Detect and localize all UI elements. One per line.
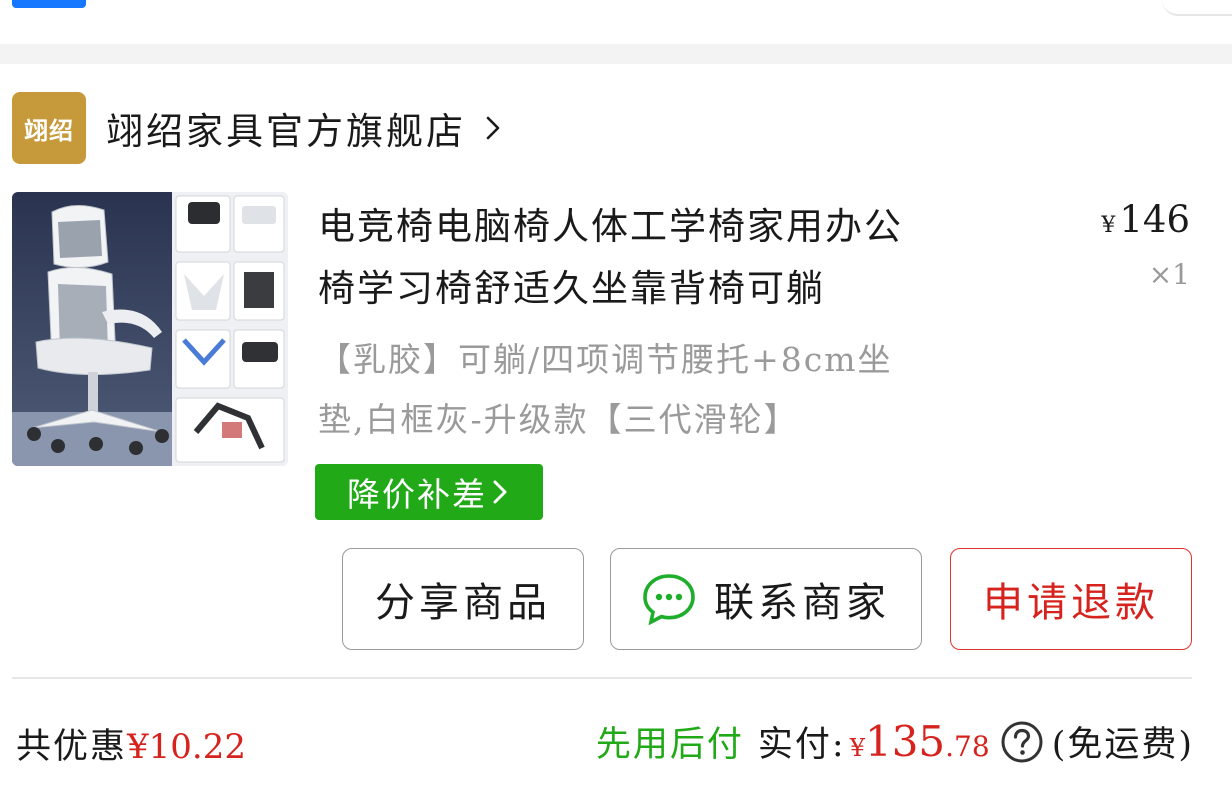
- price-value: 146: [1119, 198, 1190, 241]
- product-spec: 【乳胶】可躺/四项调节腰托+8cm坐 垫,白框灰-升级款【三代滑轮】: [318, 330, 1038, 450]
- discount-summary: 共优惠¥10.22: [16, 718, 246, 769]
- question-circle-icon[interactable]: [1000, 720, 1044, 764]
- unit-price: ¥146: [1101, 196, 1190, 250]
- chevron-right-icon: [493, 480, 507, 504]
- wechat-chat-icon: [643, 574, 695, 626]
- product-title[interactable]: 电竞椅电脑椅人体工学椅家用办公 椅学习椅舒适久坐靠背椅可躺: [318, 196, 1038, 320]
- product-image[interactable]: [12, 192, 288, 466]
- price-box: ¥146 ×1: [1101, 196, 1190, 291]
- quantity: ×1: [1148, 258, 1190, 291]
- product-photo: [12, 192, 288, 466]
- product-title-line1: 电竞椅电脑椅人体工学椅家用办公: [318, 205, 903, 248]
- refund-button-label: 申请退款: [983, 580, 1159, 626]
- contact-button-label: 联系商家: [714, 580, 890, 626]
- product-title-line2: 椅学习椅舒适久坐靠背椅可躺: [318, 267, 825, 310]
- store-header[interactable]: 翊绍 翊绍家具官方旗舰店: [12, 92, 506, 164]
- divider-line: [12, 677, 1192, 679]
- spec-line1: 【乳胶】可躺/四项调节腰托+8cm坐: [318, 340, 893, 379]
- price-currency: ¥: [1101, 213, 1116, 238]
- paid-amount-decimal: .78: [945, 730, 990, 763]
- chevron-right-icon[interactable]: [480, 115, 506, 141]
- contact-seller-button[interactable]: 联系商家: [610, 548, 922, 650]
- refund-button[interactable]: 申请退款: [950, 548, 1192, 650]
- store-name[interactable]: 翊绍家具官方旗舰店: [106, 101, 466, 155]
- payment-summary: 先用后付 实付: ¥ 135 .78 (免运费): [596, 716, 1194, 767]
- share-button[interactable]: 分享商品: [342, 548, 584, 650]
- spec-line2: 垫,白框灰-升级款【三代滑轮】: [318, 400, 799, 439]
- paid-currency: ¥: [849, 734, 865, 762]
- shipping-note: (免运费): [1051, 725, 1194, 765]
- top-card-corner: [1162, 0, 1232, 16]
- discount-amount: ¥10.22: [127, 727, 246, 767]
- pay-later-label[interactable]: 先用后付: [596, 716, 744, 767]
- section-divider: [0, 44, 1232, 64]
- paid-amount-integer: 135: [864, 717, 946, 766]
- store-logo[interactable]: 翊绍: [12, 92, 86, 164]
- top-blue-button-edge: [12, 0, 86, 8]
- paid-label: 实付:: [757, 725, 846, 765]
- top-card-remnant: [0, 0, 1232, 44]
- discount-label: 共优惠: [16, 727, 128, 767]
- share-button-label: 分享商品: [375, 580, 551, 626]
- price-drop-label: 降价补差: [347, 475, 487, 514]
- price-drop-tag[interactable]: 降价补差: [315, 464, 543, 520]
